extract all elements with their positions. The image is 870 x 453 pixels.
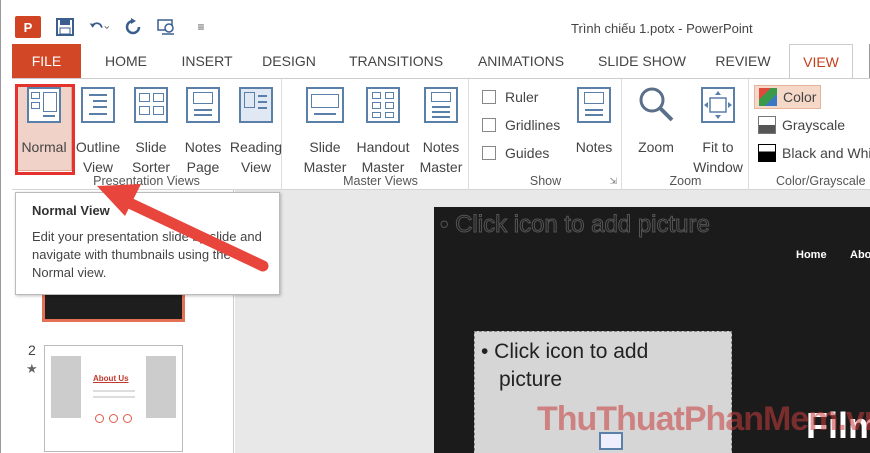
powerpoint-logo-icon: P [15,16,41,38]
normal-view-tooltip: Normal View Edit your presentation slide… [15,192,280,295]
tab-insert[interactable]: INSERT [179,44,235,78]
undo-icon[interactable] [89,17,109,37]
notes-page-icon [186,87,220,123]
gridlines-checkbox[interactable]: Gridlines [482,117,560,133]
slide-sorter-button[interactable]: Slide Sorter [126,85,176,177]
black-white-swatch-icon [758,144,776,162]
outline-view-label: Outline View [75,139,121,175]
group-label-zoom: Zoom [669,174,702,188]
color-option[interactable]: Color [754,85,822,109]
tab-transitions[interactable]: TRANSITIONS [344,44,448,78]
notes-icon [577,87,611,123]
group-color-grayscale: Color Grayscale Black and White Color/Gr… [750,79,870,191]
color-label: Color [783,89,817,105]
reading-view-icon [239,87,273,123]
guides-checkbox[interactable]: Guides [482,145,549,161]
color-swatch-icon [759,88,777,106]
group-label-master-views: Master Views [343,174,418,188]
notes-page-label: Notes Page [184,139,222,175]
guides-checkbox-box[interactable] [482,146,496,160]
gridlines-checkbox-box[interactable] [482,118,496,132]
presenter-icon[interactable] [157,17,177,37]
gridlines-label: Gridlines [505,117,561,133]
slide-thumbnail-2[interactable]: About Us [44,345,183,452]
group-label-presentation-views: Presentation Views [93,174,200,188]
slide-nav-about: Abo [850,249,870,261]
tooltip-title: Normal View [32,203,110,218]
guides-label: Guides [505,145,550,161]
fit-to-window-icon [701,87,735,123]
title-bar: P ≡ Trình chiếu 1.potx - PowerPoint [1,0,870,44]
ruler-checkbox[interactable]: Ruler [482,89,538,105]
handout-master-button[interactable]: Handout Master [351,85,415,177]
ruler-label: Ruler [505,89,539,105]
ruler-checkbox-box[interactable] [482,90,496,104]
slide-master-button[interactable]: Slide Master [299,85,351,177]
ribbon-tabs: FILE HOME INSERT DESIGN TRANSITIONS ANIM… [1,44,870,79]
quick-access-toolbar: P ≡ [15,16,225,38]
notes-master-label: Notes Master [419,139,463,175]
group-label-show: Show [529,174,562,188]
grayscale-option[interactable]: Grayscale [758,116,845,134]
handout-master-icon [366,87,400,123]
tab-view[interactable]: VIEW [789,44,853,79]
notes-label: Notes [575,139,613,155]
slide-nav-home: Home [796,249,827,261]
slide-sorter-label: Slide Sorter [131,139,171,175]
tab-animations[interactable]: ANIMATIONS [473,44,569,78]
watermark-text: ThuThuatPhanMem.vn [537,400,870,438]
fit-to-window-label: Fit to Window [693,139,743,175]
normal-highlight-box [15,84,75,175]
document-title: Trình chiếu 1.potx - PowerPoint [571,21,753,36]
group-master-views: Slide Master Handout Master Notes Master… [293,79,469,191]
handout-master-label: Handout Master [356,139,410,175]
ribbon: Normal Outline View Slide Sorter Notes P… [12,78,870,191]
zoom-button[interactable]: Zoom [631,85,681,157]
grayscale-swatch-icon [758,116,776,134]
group-show: Ruler Gridlines Guides Notes Show ⇲ [470,79,622,191]
reading-view-button[interactable]: Reading View [230,85,282,177]
grayscale-label: Grayscale [782,117,846,133]
slide-master-icon [306,87,344,123]
reading-view-label: Reading View [229,139,283,175]
tooltip-body: Edit your presentation slide by slide an… [32,229,262,280]
tab-file[interactable]: FILE [12,44,81,78]
group-label-color-grayscale: Color/Grayscale [776,174,866,188]
notes-master-icon [424,87,458,123]
magnifier-icon [637,85,675,123]
slide-number: 2 [28,342,36,358]
black-and-white-label: Black and White [782,145,870,161]
notes-master-button[interactable]: Notes Master [415,85,467,177]
animation-star-icon: ★ [26,361,38,376]
slide-master-label: Slide Master [303,139,347,175]
slide-sorter-icon [134,87,168,123]
thumbnail-title: About Us [93,374,129,383]
app-window: P ≡ Trình chiếu 1.potx - PowerPoint FILE… [0,0,870,453]
notes-button[interactable]: Notes [570,85,618,157]
group-zoom: Zoom Fit to Window Zoom [623,79,749,191]
tab-review[interactable]: REVIEW [715,44,771,78]
customize-icon[interactable]: ≡ [191,17,211,37]
zoom-label: Zoom [638,139,674,155]
tab-home[interactable]: HOME [101,44,151,78]
black-and-white-option[interactable]: Black and White [758,144,870,162]
save-icon[interactable] [55,17,75,37]
tab-slide-show[interactable]: SLIDE SHOW [594,44,690,78]
notes-page-button[interactable]: Notes Page [178,85,228,177]
tab-design[interactable]: DESIGN [259,44,319,78]
dialog-launcher-icon[interactable]: ⇲ [609,176,617,187]
outline-view-icon [81,87,115,123]
picture-placeholder-top[interactable]: • Click icon to add picture [440,211,711,239]
outline-view-button[interactable]: Outline View [72,85,124,177]
fit-to-window-button[interactable]: Fit to Window [691,85,745,177]
redo-icon[interactable] [123,17,143,37]
placeholder-text: • Click icon to add picture [481,340,649,391]
